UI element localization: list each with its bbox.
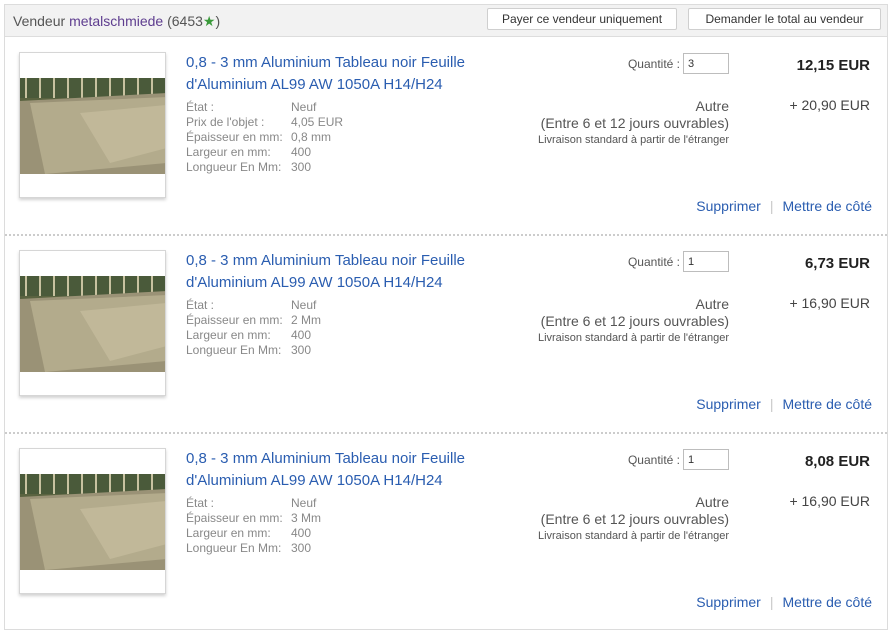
spec-row: État : Neuf [186,496,321,511]
spec-row: Épaisseur en mm: 2 Mm [186,313,321,328]
remove-link[interactable]: Supprimer [696,198,761,214]
remove-link[interactable]: Supprimer [696,396,761,412]
seller-info: Vendeur metalschmiede (6453★) [13,13,220,30]
seller-header: Vendeur metalschmiede (6453★) Payer ce v… [5,5,887,37]
item-image[interactable] [19,448,166,594]
shipping-delay: (Entre 6 et 12 jours ouvrables) [540,115,729,131]
item-title-link[interactable]: 0,8 - 3 mm Aluminium Tableau noir Feuill… [186,448,506,492]
pay-seller-only-button[interactable]: Payer ce vendeur uniquement [487,8,677,30]
item-title-link[interactable]: 0,8 - 3 mm Aluminium Tableau noir Feuill… [186,52,506,96]
shipping-delay: (Entre 6 et 12 jours ouvrables) [540,511,729,527]
item-image[interactable] [19,52,166,198]
shipping-note: Livraison standard à partir de l'étrange… [537,332,729,344]
star-icon: ★ [202,13,216,29]
shipping-cost: + 20,90 EUR [789,97,870,113]
shipping-note: Livraison standard à partir de l'étrange… [537,530,729,542]
item-price: 6,73 EUR [804,255,870,272]
cart-item: 0,8 - 3 mm Aluminium Tableau noir Feuill… [5,236,887,434]
quantity-label: Quantité : [627,453,680,467]
spec-value: 0,8 mm [291,130,332,144]
spec-label: Épaisseur en mm: [186,313,283,327]
item-specs: État : Neuf Épaisseur en mm: 3 Mm Largeur … [186,496,321,556]
quantity-input[interactable] [683,53,729,74]
save-for-later-link[interactable]: Mettre de côté [783,594,873,610]
quantity-input[interactable] [683,251,729,272]
spec-row: Longueur En Mm: 300 [186,160,343,175]
spec-label: État : [186,298,215,312]
spec-value: 4,05 EUR [291,115,344,129]
spec-value: 400 [291,526,312,540]
spec-label: Longueur En Mm: [186,343,282,357]
cart-item: 0,8 - 3 mm Aluminium Tableau noir Feuill… [5,38,887,236]
spec-value: 300 [291,343,312,357]
shipping-method: Autre [695,494,729,510]
action-divider: | [769,198,774,214]
spec-value: 400 [291,328,312,342]
item-image[interactable] [19,250,166,396]
spec-row: Largeur en mm: 400 [186,328,321,343]
spec-value: 2 Mm [291,313,321,327]
spec-label: Prix de l'objet : [186,115,265,129]
shipping-cost: + 16,90 EUR [789,493,870,509]
item-actions: Supprimer | Mettre de côté [696,396,872,412]
save-for-later-link[interactable]: Mettre de côté [783,396,873,412]
shipping-method: Autre [695,98,729,114]
item-actions: Supprimer | Mettre de côté [696,198,872,214]
cart-item: 0,8 - 3 mm Aluminium Tableau noir Feuill… [5,434,887,632]
item-specs: État : Neuf Prix de l'objet : 4,05 EUR Épa… [186,100,343,175]
spec-label: État : [186,496,215,510]
spec-value: Neuf [291,496,317,510]
spec-label: Longueur En Mm: [186,160,282,174]
shipping-method: Autre [695,296,729,312]
spec-row: Longueur En Mm: 300 [186,541,321,556]
spec-row: Longueur En Mm: 300 [186,343,321,358]
aluminium-sheet-photo [20,53,165,197]
seller-feedback: (6453★) [167,13,220,29]
spec-row: Prix de l'objet : 4,05 EUR [186,115,343,130]
spec-label: Largeur en mm: [186,145,271,159]
spec-row: Largeur en mm: 400 [186,145,343,160]
item-actions: Supprimer | Mettre de côté [696,594,872,610]
aluminium-sheet-photo [20,251,165,395]
feedback-score: (6453 [167,13,203,29]
spec-value: Neuf [291,298,317,312]
quantity-label: Quantité : [627,57,680,71]
spec-label: Épaisseur en mm: [186,511,283,525]
spec-label: Épaisseur en mm: [186,130,283,144]
spec-value: Neuf [291,100,317,114]
spec-row: Épaisseur en mm: 0,8 mm [186,130,343,145]
shipping-delay: (Entre 6 et 12 jours ouvrables) [540,313,729,329]
spec-row: Épaisseur en mm: 3 Mm [186,511,321,526]
quantity-label: Quantité : [627,255,680,269]
item-price: 8,08 EUR [804,453,870,470]
seller-name-link[interactable]: metalschmiede [69,13,163,29]
feedback-close: ) [215,13,221,29]
spec-row: Largeur en mm: 400 [186,526,321,541]
remove-link[interactable]: Supprimer [696,594,761,610]
spec-label: État : [186,100,215,114]
seller-prefix: Vendeur [13,13,66,29]
spec-value: 300 [291,160,312,174]
shipping-note: Livraison standard à partir de l'étrange… [537,134,729,146]
spec-value: 400 [291,145,312,159]
spec-label: Largeur en mm: [186,328,271,342]
item-price: 12,15 EUR [796,57,870,74]
spec-value: 3 Mm [291,511,321,525]
item-specs: État : Neuf Épaisseur en mm: 2 Mm Largeur … [186,298,321,358]
cart-seller-group: Vendeur metalschmiede (6453★) Payer ce v… [4,4,888,630]
spec-value: 300 [291,541,312,555]
action-divider: | [769,594,774,610]
spec-label: Largeur en mm: [186,526,271,540]
quantity-input[interactable] [683,449,729,470]
shipping-cost: + 16,90 EUR [789,295,870,311]
spec-row: État : Neuf [186,298,321,313]
action-divider: | [769,396,774,412]
spec-row: État : Neuf [186,100,343,115]
save-for-later-link[interactable]: Mettre de côté [783,198,873,214]
request-total-button[interactable]: Demander le total au vendeur [688,8,881,30]
spec-label: Longueur En Mm: [186,541,282,555]
aluminium-sheet-photo [20,449,165,593]
item-title-link[interactable]: 0,8 - 3 mm Aluminium Tableau noir Feuill… [186,250,506,294]
